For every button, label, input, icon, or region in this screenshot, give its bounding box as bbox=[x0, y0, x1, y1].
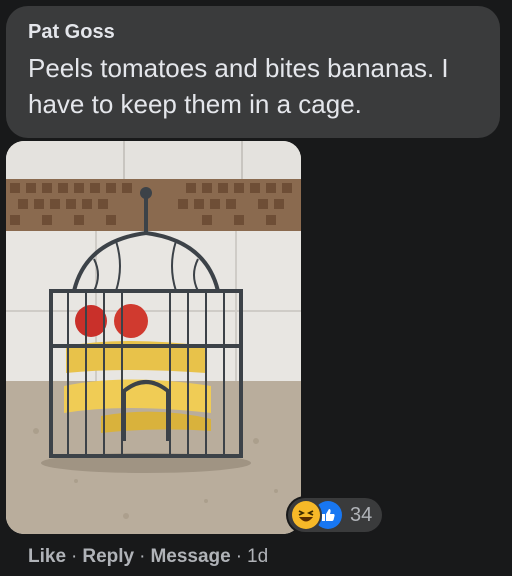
haha-icon bbox=[292, 501, 320, 529]
separator: · bbox=[235, 546, 243, 567]
comment-bubble: Pat Goss Peels tomatoes and bites banana… bbox=[6, 6, 500, 138]
separator: · bbox=[71, 546, 78, 567]
comment-text: Peels tomatoes and bites bananas. I have… bbox=[28, 53, 449, 119]
like-button[interactable]: Like bbox=[28, 546, 66, 568]
reaction-summary[interactable]: 34 bbox=[288, 498, 383, 532]
comment-author[interactable]: Pat Goss bbox=[28, 20, 482, 44]
comment-photo[interactable] bbox=[6, 141, 301, 534]
reaction-count: 34 bbox=[350, 503, 373, 526]
reply-button[interactable]: Reply bbox=[82, 546, 134, 568]
separator: · bbox=[139, 546, 146, 567]
comment-timestamp[interactable]: 1d bbox=[247, 546, 268, 568]
fruit-cage-photo bbox=[6, 141, 301, 534]
message-button[interactable]: Message bbox=[150, 546, 230, 568]
comment-actions: Like · Reply · Message · 1d bbox=[28, 546, 268, 568]
